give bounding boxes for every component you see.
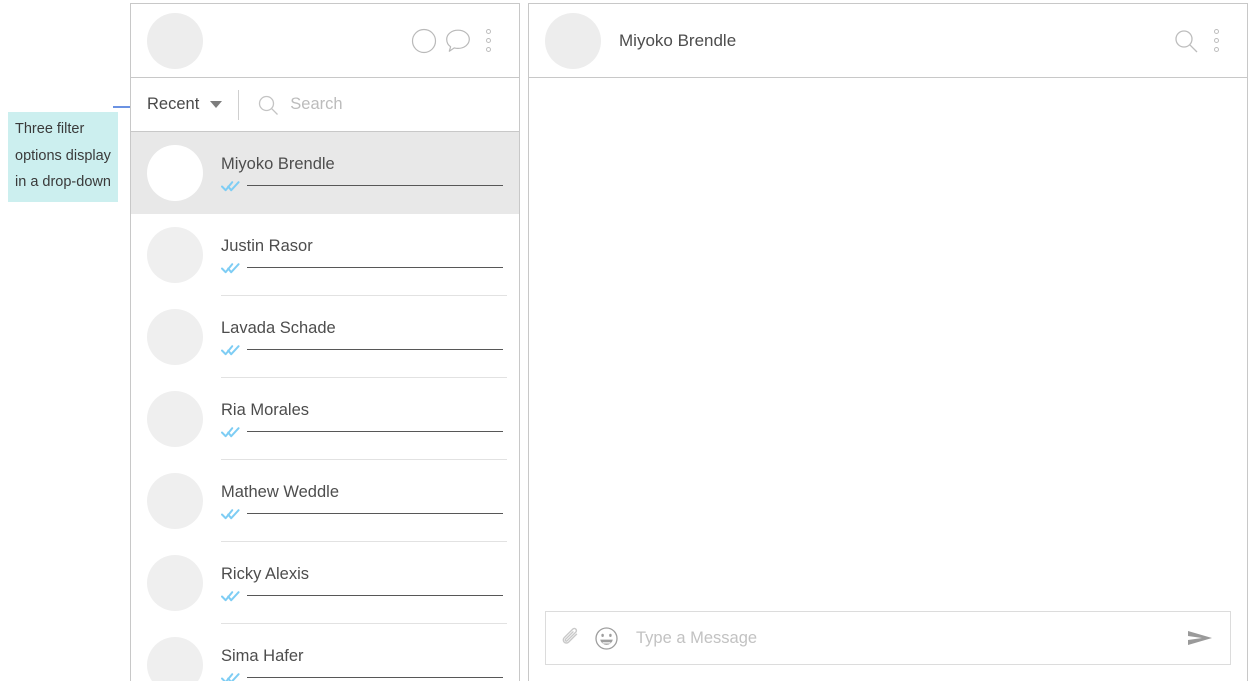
message-composer[interactable] — [545, 611, 1231, 665]
double-check-icon — [221, 672, 241, 681]
chat-contact-name: Sima Hafer — [221, 646, 304, 665]
chat-list[interactable]: Miyoko Brendle Justin Rasor Lavada Schad… — [131, 132, 519, 681]
chat-item-body: Miyoko Brendle — [203, 132, 503, 214]
message-thread — [529, 78, 1247, 611]
chat-preview-redacted — [247, 185, 503, 186]
avatar — [147, 227, 203, 283]
chat-list-item[interactable]: Miyoko Brendle — [131, 132, 519, 214]
chat-item-body: Lavada Schade — [203, 296, 503, 378]
chat-preview-redacted — [247, 349, 503, 350]
chat-list-item[interactable]: Mathew Weddle — [131, 460, 519, 542]
filter-dropdown[interactable]: Recent — [131, 78, 238, 131]
conversation-title: Miyoko Brendle — [619, 30, 737, 50]
annotation-text: Three filter options display in a drop-d… — [15, 121, 111, 190]
avatar — [147, 637, 203, 681]
chat-list-item[interactable]: Lavada Schade — [131, 296, 519, 378]
chat-bubble-icon[interactable] — [441, 24, 475, 58]
kebab-dots — [1213, 29, 1219, 52]
double-check-icon — [221, 262, 241, 274]
chat-preview — [221, 262, 503, 274]
chat-item-body: Ricky Alexis — [203, 542, 503, 624]
user-avatar-placeholder[interactable] — [147, 12, 203, 69]
smiley-icon[interactable] — [594, 626, 619, 651]
avatar — [147, 391, 203, 447]
search-input[interactable] — [290, 95, 519, 114]
filter-bar: Recent — [131, 78, 519, 132]
paperclip-icon[interactable] — [559, 626, 583, 650]
chat-list-item[interactable]: Justin Rasor — [131, 214, 519, 296]
kebab-dots — [485, 29, 491, 52]
avatar — [147, 555, 203, 611]
chat-application: Three filter options display in a drop-d… — [0, 0, 1250, 681]
chat-contact-name: Ria Morales — [221, 400, 310, 419]
message-input[interactable] — [630, 628, 1173, 648]
send-icon[interactable] — [1184, 626, 1216, 650]
chevron-down-icon — [210, 101, 223, 108]
circle-status-icon[interactable] — [407, 24, 441, 58]
chat-preview-redacted — [247, 677, 503, 678]
double-check-icon — [221, 590, 241, 602]
chat-preview-redacted — [247, 595, 503, 596]
left-panel-header — [131, 4, 519, 78]
chat-preview — [221, 426, 503, 438]
chat-item-body: Justin Rasor — [203, 214, 503, 296]
composer-area — [529, 611, 1247, 681]
double-check-icon — [221, 180, 241, 192]
double-check-icon — [221, 344, 241, 356]
contact-avatar-placeholder[interactable] — [545, 12, 601, 69]
chat-contact-name: Lavada Schade — [221, 318, 336, 337]
chat-preview-redacted — [247, 513, 503, 514]
chat-contact-name: Justin Rasor — [221, 236, 313, 255]
conversation-panel: Miyoko Brendle — [528, 3, 1248, 681]
chat-preview — [221, 508, 503, 520]
double-check-icon — [221, 508, 241, 520]
chat-preview — [221, 590, 503, 602]
search-icon[interactable] — [1169, 24, 1203, 58]
avatar — [147, 145, 203, 201]
chat-preview-redacted — [247, 267, 503, 268]
double-check-icon — [221, 426, 241, 438]
kebab-menu-icon[interactable] — [475, 24, 501, 58]
search-icon — [257, 94, 279, 116]
annotation-callout: Three filter options display in a drop-d… — [8, 112, 118, 202]
chat-list-panel: Recent Miyoko Brendle — [130, 3, 520, 681]
search-box[interactable] — [239, 78, 519, 131]
avatar — [147, 473, 203, 529]
conversation-header: Miyoko Brendle — [529, 4, 1247, 78]
kebab-menu-icon[interactable] — [1203, 24, 1229, 58]
filter-selected-label: Recent — [147, 95, 200, 113]
chat-list-item[interactable]: Ricky Alexis — [131, 542, 519, 624]
chat-contact-name: Mathew Weddle — [221, 482, 340, 501]
chat-preview — [221, 180, 503, 192]
chat-list-item[interactable]: Sima Hafer — [131, 624, 519, 681]
chat-preview-redacted — [247, 431, 503, 432]
chat-item-body: Sima Hafer — [203, 624, 503, 681]
chat-preview — [221, 672, 503, 681]
chat-contact-name: Ricky Alexis — [221, 564, 310, 583]
chat-contact-name: Miyoko Brendle — [221, 154, 335, 173]
chat-item-body: Ria Morales — [203, 378, 503, 460]
chat-list-item[interactable]: Ria Morales — [131, 378, 519, 460]
chat-preview — [221, 344, 503, 356]
avatar — [147, 309, 203, 365]
chat-item-body: Mathew Weddle — [203, 460, 503, 542]
